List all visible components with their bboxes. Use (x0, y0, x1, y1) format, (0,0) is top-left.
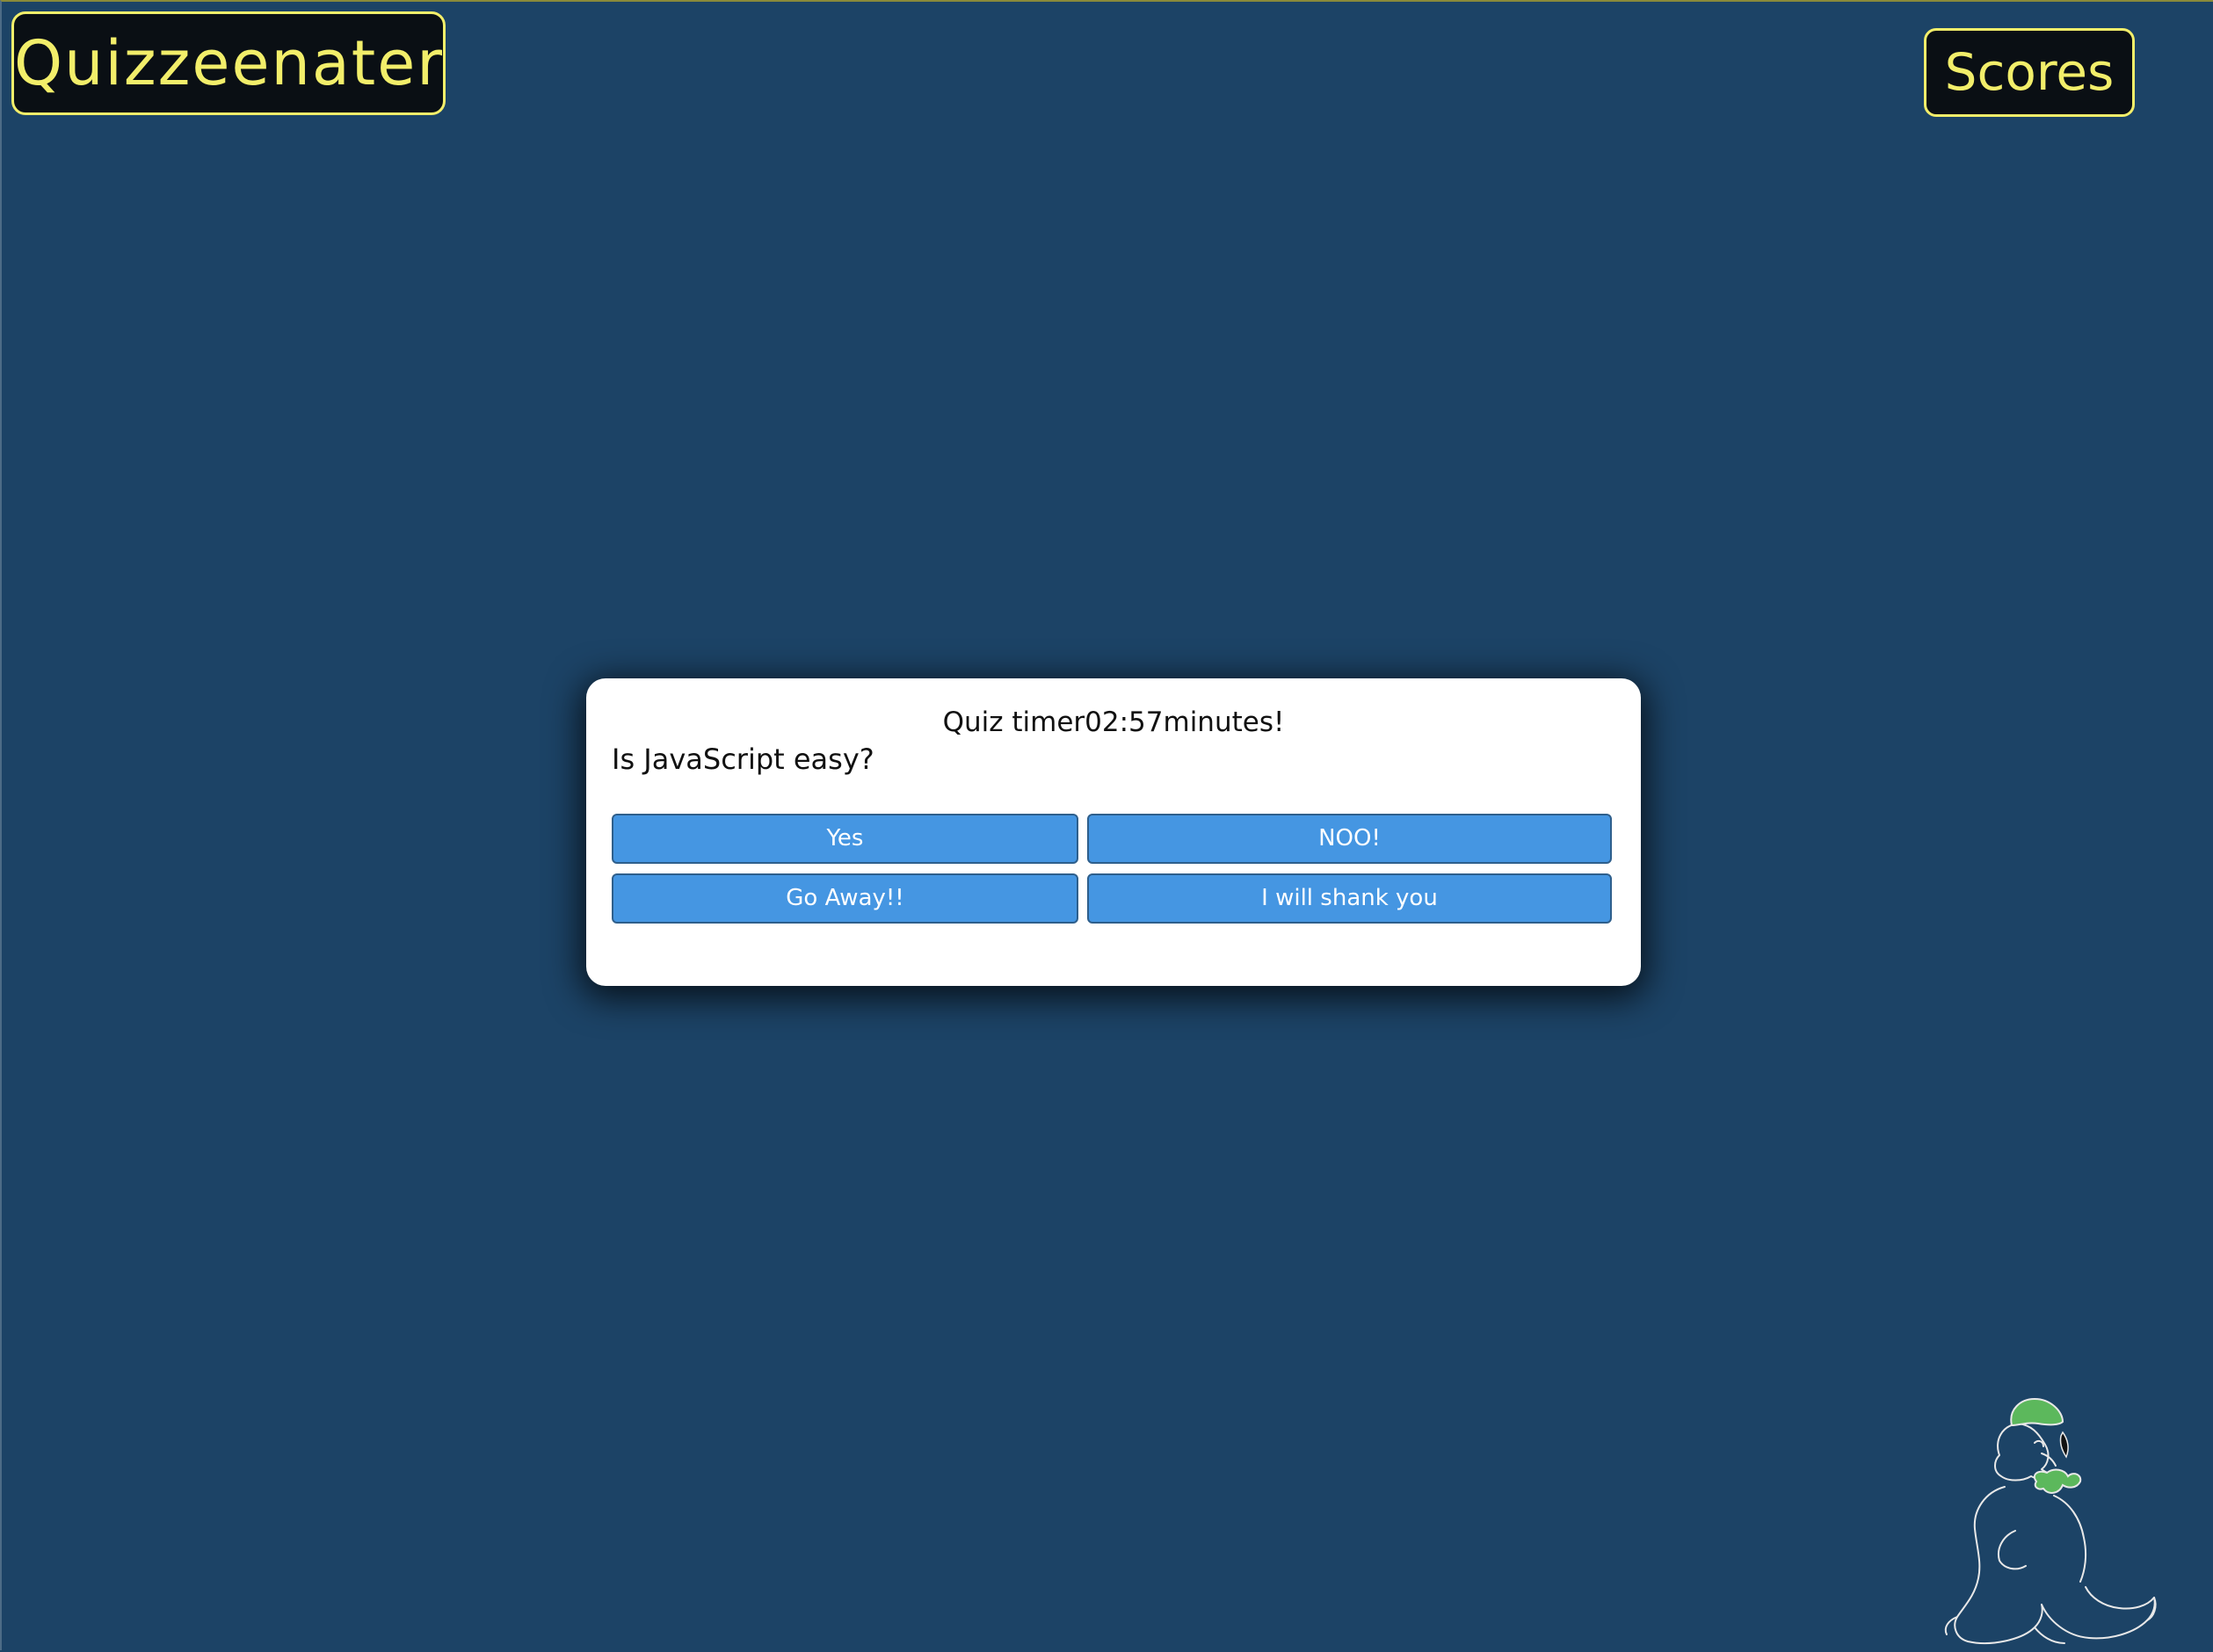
answer-button-noo[interactable]: NOO! (1087, 814, 1612, 864)
answer-button-yes[interactable]: Yes (612, 814, 1078, 864)
app-title: Quizzeenater (11, 11, 446, 115)
answer-button-go-away[interactable]: Go Away!! (612, 873, 1078, 924)
question-text: Is JavaScript easy? (612, 743, 874, 776)
quiz-timer: Quiz timer02:57minutes! (586, 705, 1641, 740)
timer-value: 02:57 (1085, 706, 1164, 738)
answer-button-shank[interactable]: I will shank you (1087, 873, 1612, 924)
scores-button[interactable]: Scores (1924, 28, 2135, 117)
timer-prefix: Quiz timer (942, 706, 1085, 738)
quiz-card: Quiz timer02:57minutes! Is JavaScript ea… (586, 678, 1641, 986)
duck-character-outline-icon (1944, 1397, 2157, 1644)
timer-suffix: minutes! (1163, 706, 1285, 738)
